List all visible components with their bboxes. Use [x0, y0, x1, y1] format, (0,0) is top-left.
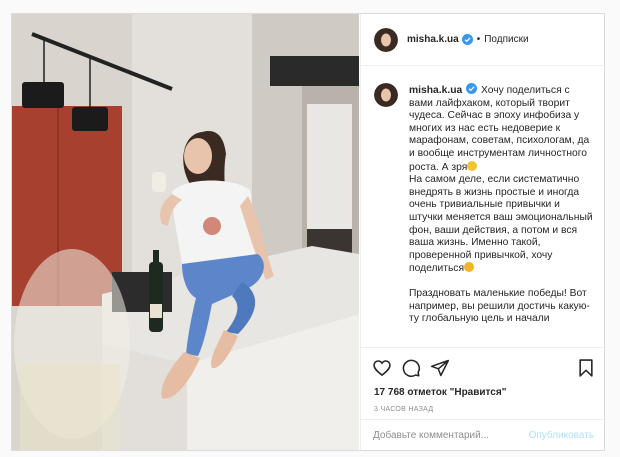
post-photo[interactable]: [12, 14, 359, 450]
post-photo-illustration: [12, 14, 359, 450]
verified-badge-icon: [466, 83, 478, 94]
grimacing-face-emoji-icon: [467, 160, 478, 171]
caption-text: misha.k.ua Хочу поделиться с вами лайфха…: [409, 83, 593, 347]
caption-username[interactable]: misha.k.ua: [409, 85, 462, 96]
post-timestamp[interactable]: 3 ЧАСОВ НАЗАД: [374, 406, 433, 413]
comment-input[interactable]: [373, 429, 523, 441]
paper-plane-icon[interactable]: [430, 358, 450, 378]
action-bar: [361, 347, 606, 387]
post-header: misha.k.ua • Подписки: [361, 14, 606, 66]
comment-icon[interactable]: [401, 358, 421, 378]
publish-button[interactable]: Опубликовать: [529, 430, 594, 441]
caption-paragraph-2: На самом деле, если систематично внедрят…: [409, 174, 593, 275]
verified-badge-icon: [461, 34, 473, 45]
post-sidebar: misha.k.ua • Подписки misha.k.ua Хочу по…: [360, 14, 606, 450]
likes-count[interactable]: 17 768 отметок "Нравится": [374, 387, 506, 398]
header-username[interactable]: misha.k.ua: [407, 34, 459, 45]
caption-avatar[interactable]: [374, 83, 398, 107]
following-button[interactable]: Подписки: [484, 34, 528, 45]
post-card: misha.k.ua • Подписки misha.k.ua Хочу по…: [11, 13, 606, 451]
caption-paragraph-1: Хочу поделиться с вами лайфхаком, которы…: [409, 85, 590, 173]
caption: misha.k.ua Хочу поделиться с вами лайфха…: [361, 67, 606, 347]
caption-paragraph-3: Праздновать маленькие победы! Вот наприм…: [409, 287, 590, 325]
comment-bar: Опубликовать: [361, 419, 606, 450]
bookmark-icon[interactable]: [576, 358, 596, 378]
heart-icon[interactable]: [372, 358, 392, 378]
separator-dot: •: [476, 34, 481, 45]
avatar[interactable]: [374, 27, 398, 52]
scream-face-emoji-icon: [464, 262, 475, 273]
